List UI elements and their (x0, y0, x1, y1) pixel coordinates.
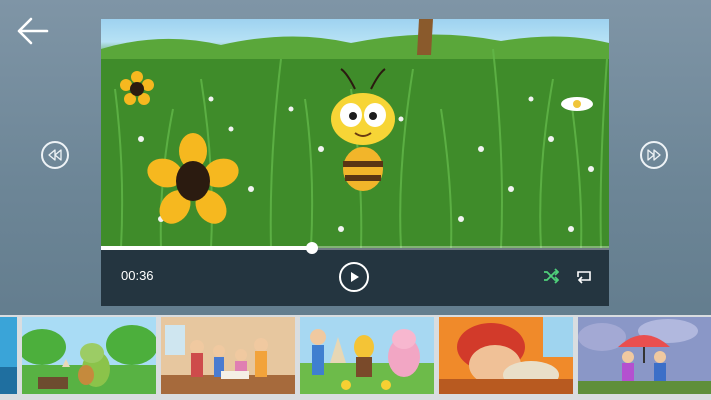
repeat-button[interactable] (575, 268, 593, 289)
playlist-thumbnail[interactable] (578, 317, 711, 394)
thumbnail-image (439, 317, 573, 394)
thumbnail-image (0, 317, 17, 394)
shuffle-button[interactable] (543, 268, 560, 289)
playlist-thumbnail[interactable] (0, 317, 17, 394)
fast-forward-icon (647, 149, 661, 161)
next-video-button[interactable] (640, 141, 668, 169)
current-time: 00:36 (121, 268, 154, 283)
back-arrow-icon (17, 17, 49, 45)
thumbnail-image (161, 317, 295, 394)
rewind-icon (48, 149, 62, 161)
progress-handle[interactable] (305, 242, 318, 254)
shuffle-icon (544, 268, 560, 284)
playlist-thumbnail[interactable] (161, 317, 295, 394)
playback-controls: 00:36 (101, 242, 609, 306)
play-button[interactable] (339, 262, 369, 292)
play-icon (351, 272, 359, 282)
thumbnail-image (300, 317, 434, 394)
playlist-thumbnail[interactable] (439, 317, 573, 394)
previous-video-button[interactable] (41, 141, 69, 169)
video-scene-illustration (101, 19, 609, 248)
progress-bar[interactable] (101, 242, 609, 254)
thumbnail-image (22, 317, 156, 394)
progress-fill (101, 246, 312, 250)
repeat-icon (577, 271, 591, 284)
playlist-thumbnail[interactable] (22, 317, 156, 394)
video-player[interactable]: 00:36 (101, 19, 609, 306)
thumbnail-image (578, 317, 711, 394)
playlist-thumbnail[interactable] (300, 317, 434, 394)
video-frame[interactable] (101, 19, 609, 248)
back-button[interactable] (16, 16, 50, 46)
